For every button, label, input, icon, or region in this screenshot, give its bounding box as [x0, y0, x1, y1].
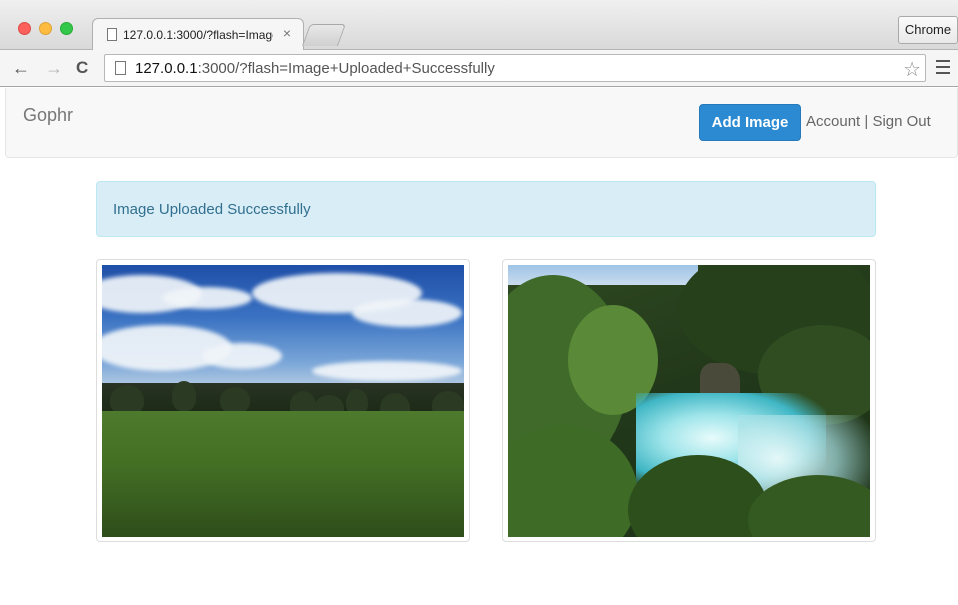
address-url[interactable]: 127.0.0.1:3000/?flash=Image+Uploaded+Suc…	[135, 60, 495, 77]
bookmark-star-icon[interactable]: ☆	[903, 57, 921, 82]
browser-tab-active[interactable]: 127.0.0.1:3000/?flash=Image+Uploaded+Suc…	[92, 18, 304, 50]
back-arrow-icon[interactable]: ←	[12, 56, 30, 80]
landscape-image[interactable]	[102, 265, 464, 537]
profile-button[interactable]: Chrome	[898, 16, 958, 44]
page-icon	[115, 61, 126, 75]
minimize-window-button[interactable]	[39, 22, 52, 35]
forward-arrow-icon[interactable]: →	[45, 56, 63, 80]
sign-out-link[interactable]: Sign Out	[872, 113, 930, 130]
page-icon	[107, 28, 117, 41]
address-bar[interactable]: 127.0.0.1:3000/?flash=Image+Uploaded+Suc…	[104, 54, 926, 82]
image-thumbnail[interactable]	[502, 259, 876, 542]
browser-titlebar: 127.0.0.1:3000/?flash=Image+Uploaded+Suc…	[0, 0, 958, 50]
hamburger-menu-icon[interactable]	[936, 60, 950, 78]
new-tab-button[interactable]	[301, 24, 347, 46]
flash-alert: Image Uploaded Successfully	[96, 181, 876, 237]
reload-icon[interactable]: C	[76, 56, 88, 80]
waterfall-image[interactable]	[508, 265, 870, 537]
app-navbar: Gophr Add Image Account | Sign Out	[5, 88, 958, 158]
maximize-window-button[interactable]	[60, 22, 73, 35]
tab-close-icon[interactable]: ×	[283, 25, 291, 41]
url-path: :3000/?flash=Image+Uploaded+Successfully	[197, 60, 495, 77]
tab-title: 127.0.0.1:3000/?flash=Image+Uploaded+Suc…	[123, 28, 273, 42]
browser-toolbar: ← → C 127.0.0.1:3000/?flash=Image+Upload…	[0, 50, 958, 87]
close-window-button[interactable]	[18, 22, 31, 35]
add-image-button[interactable]: Add Image	[699, 104, 801, 141]
image-thumbnail[interactable]	[96, 259, 470, 542]
account-nav: Account | Sign Out	[806, 113, 931, 130]
alert-message: Image Uploaded Successfully	[113, 201, 311, 218]
account-link[interactable]: Account	[806, 113, 860, 130]
nav-separator: |	[864, 113, 869, 130]
brand-logo[interactable]: Gophr	[23, 105, 73, 126]
url-host: 127.0.0.1	[135, 60, 198, 77]
